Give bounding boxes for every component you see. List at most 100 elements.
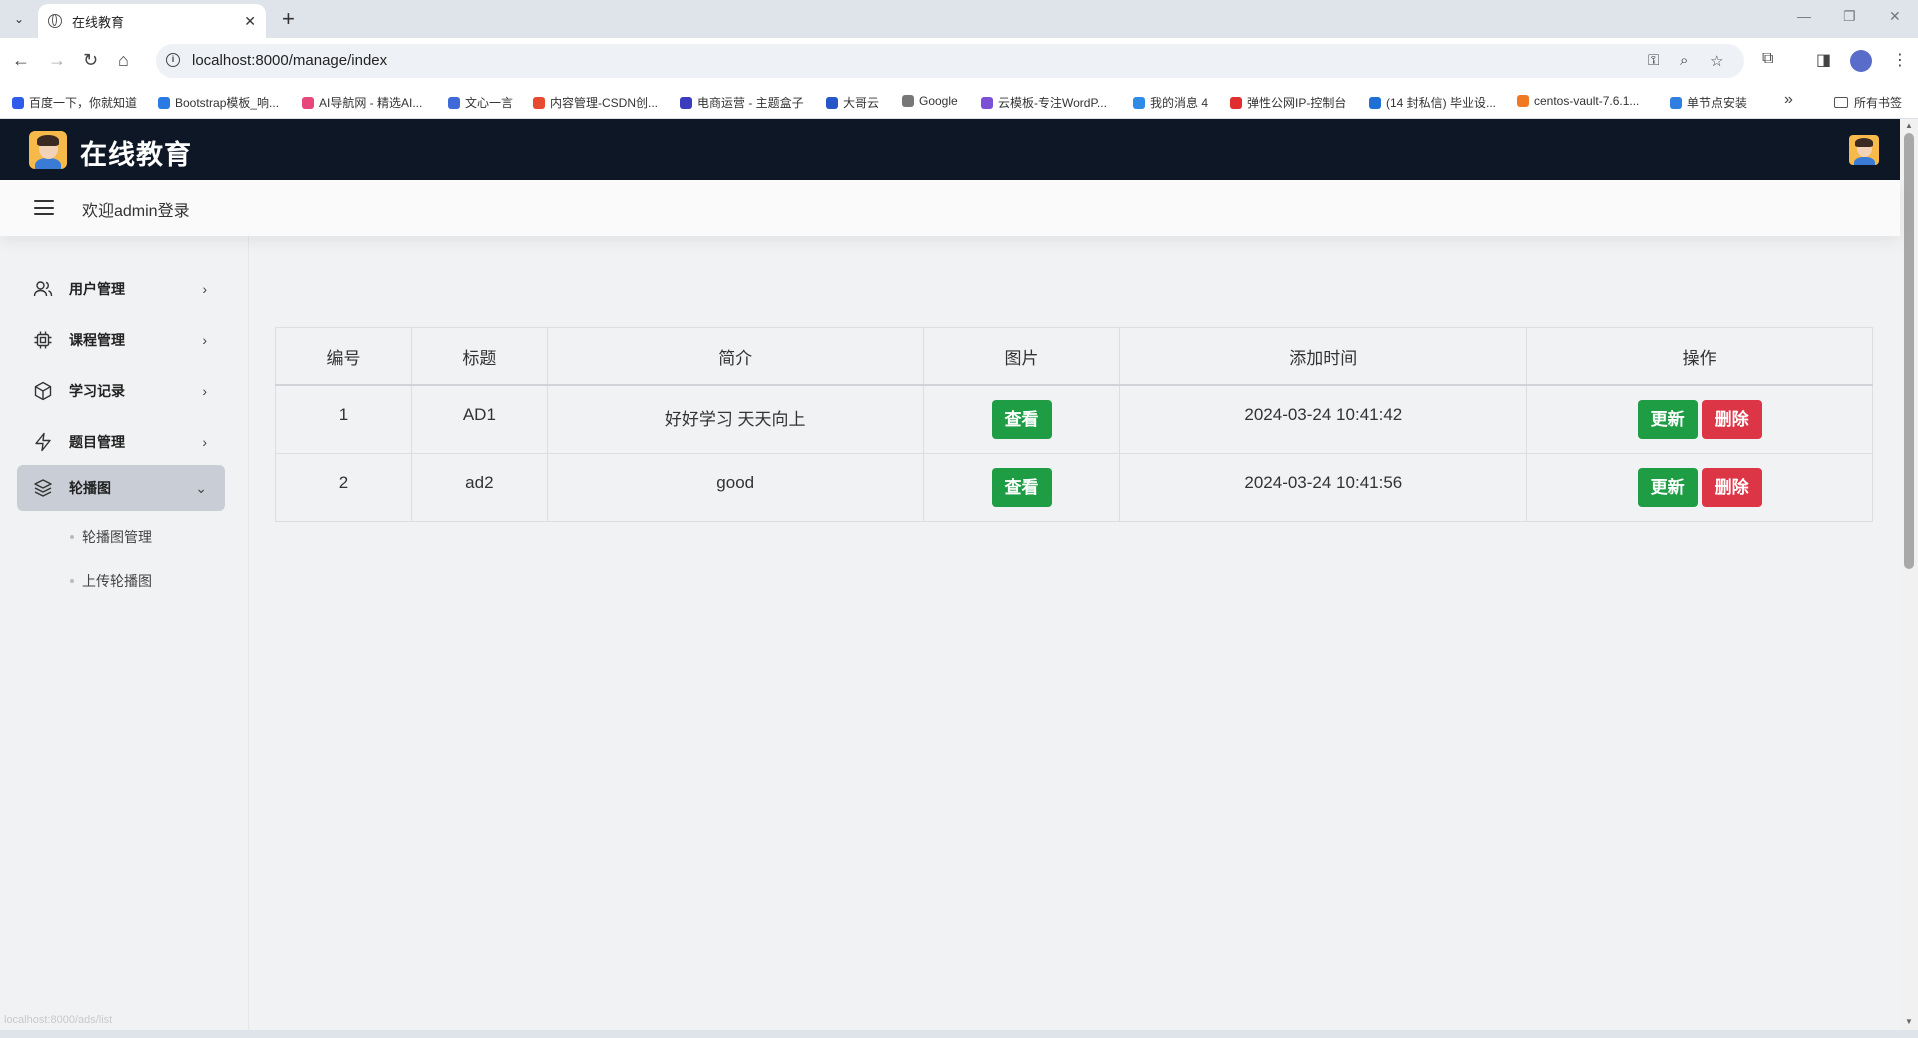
bookmark-item[interactable]: 云模板-专注WordP... bbox=[981, 94, 1107, 111]
bookmark-favicon-icon bbox=[1517, 95, 1529, 107]
bookmarks-bar: 百度一下，你就知道 Bootstrap模板_响... AI导航网 - 精选AI.… bbox=[0, 85, 1918, 119]
profile-avatar[interactable] bbox=[1850, 50, 1872, 72]
minimize-icon[interactable]: — bbox=[1797, 8, 1811, 24]
bookmark-item[interactable]: 大哥云 bbox=[826, 94, 879, 111]
sidebar-item-label: 题目管理 bbox=[69, 434, 125, 450]
sidebar-item-users[interactable]: 用户管理 › bbox=[17, 266, 225, 312]
bookmark-item[interactable]: 内容管理-CSDN创... bbox=[533, 94, 658, 111]
column-header: 图片 bbox=[922, 327, 1121, 386]
tab-search-chevron-icon[interactable]: ⌄ bbox=[8, 8, 30, 30]
bookmark-favicon-icon bbox=[826, 96, 838, 109]
tab-title: 在线教育 bbox=[72, 14, 125, 30]
cell-title: AD1 bbox=[410, 384, 548, 454]
browser-tabstrip: ⌄ 在线教育 ✕ + — ❐ ✕ bbox=[0, 0, 1918, 38]
subheader: 欢迎admin登录 bbox=[0, 180, 1900, 236]
chevron-right-icon: › bbox=[202, 332, 207, 348]
update-button[interactable]: 更新 bbox=[1637, 400, 1698, 439]
zoom-icon[interactable]: ⌕ bbox=[1680, 52, 1688, 69]
sidebar-subitem-carousel-upload[interactable]: 上传轮播图 bbox=[70, 571, 152, 591]
sidebar-item-label: 课程管理 bbox=[69, 332, 125, 348]
cell-title: ad2 bbox=[410, 452, 548, 522]
address-url[interactable]: localhost:8000/manage/index bbox=[192, 52, 387, 69]
sidebar-item-records[interactable]: 学习记录 › bbox=[17, 368, 225, 414]
hamburger-menu-icon[interactable] bbox=[34, 200, 54, 215]
cell-time: 2024-03-24 10:41:56 bbox=[1119, 452, 1528, 522]
table-row: 1 AD1 好好学习 天天向上 查看 2024-03-24 10:41:42 更… bbox=[275, 384, 1873, 454]
bookmark-item[interactable]: 文心一言 bbox=[448, 94, 513, 111]
bookmark-item[interactable]: AI导航网 - 精选AI... bbox=[302, 94, 422, 111]
delete-button[interactable]: 删除 bbox=[1701, 467, 1762, 507]
scrollbar-thumb[interactable] bbox=[1904, 133, 1914, 569]
cpu-icon bbox=[33, 330, 53, 350]
view-image-button[interactable]: 查看 bbox=[991, 400, 1052, 439]
page-scrollbar[interactable]: ▲ ▼ bbox=[1900, 119, 1918, 1030]
window-bottom-frame bbox=[0, 1030, 1918, 1038]
lightning-icon bbox=[33, 432, 53, 452]
sidebar-item-courses[interactable]: 课程管理 › bbox=[17, 317, 225, 363]
bookmarks-overflow-icon[interactable]: » bbox=[1784, 91, 1793, 109]
bookmark-favicon-icon bbox=[680, 96, 692, 109]
user-avatar[interactable] bbox=[1849, 135, 1879, 165]
browser-tab-active[interactable]: 在线教育 ✕ bbox=[38, 4, 266, 38]
layers-icon bbox=[33, 478, 53, 498]
cell-intro: good bbox=[546, 452, 924, 522]
sidebar-item-carousel[interactable]: 轮播图 ⌄ bbox=[17, 465, 225, 511]
bookmark-favicon-icon bbox=[302, 96, 314, 109]
all-bookmarks-button[interactable]: 所有书签 bbox=[1834, 94, 1902, 111]
chevron-down-icon: ⌄ bbox=[195, 479, 207, 496]
restore-icon[interactable]: ❐ bbox=[1843, 8, 1856, 25]
ads-table: 编号 标题 简介 图片 添加时间 操作 1 AD1 好好学习 天天向上 查看 2… bbox=[275, 327, 1873, 522]
bookmark-item[interactable]: centos-vault-7.6.1... bbox=[1517, 94, 1639, 108]
home-icon[interactable]: ⌂ bbox=[118, 50, 129, 71]
bookmark-favicon-icon bbox=[12, 96, 24, 109]
cell-time: 2024-03-24 10:41:42 bbox=[1119, 384, 1528, 454]
cell-id: 1 bbox=[275, 384, 412, 454]
bookmark-item[interactable]: 百度一下，你就知道 bbox=[12, 94, 137, 111]
column-header: 添加时间 bbox=[1119, 327, 1528, 386]
bookmark-favicon-icon bbox=[158, 96, 170, 109]
bookmark-item[interactable]: 单节点安装 bbox=[1670, 94, 1747, 111]
chevron-right-icon: › bbox=[202, 281, 207, 297]
bookmark-item[interactable]: 我的消息 4 bbox=[1133, 94, 1208, 111]
extensions-icon[interactable]: ⧉ bbox=[1762, 50, 1773, 68]
reload-icon[interactable]: ↻ bbox=[83, 50, 98, 71]
chevron-right-icon: › bbox=[202, 434, 207, 450]
address-bar[interactable]: i localhost:8000/manage/index ⚿ ⌕ ☆ bbox=[156, 44, 1744, 78]
cell-image: 查看 bbox=[922, 384, 1121, 454]
scroll-up-icon[interactable]: ▲ bbox=[1905, 121, 1913, 130]
folder-icon bbox=[1834, 97, 1848, 108]
view-image-button[interactable]: 查看 bbox=[991, 467, 1052, 507]
new-tab-button[interactable]: + bbox=[282, 6, 295, 32]
sidebar-subitem-carousel-manage[interactable]: 轮播图管理 bbox=[70, 527, 152, 547]
sidebar-item-label: 用户管理 bbox=[69, 281, 125, 297]
scroll-down-icon[interactable]: ▼ bbox=[1905, 1017, 1913, 1026]
delete-button[interactable]: 删除 bbox=[1701, 400, 1762, 439]
sidebar-item-label: 学习记录 bbox=[69, 383, 125, 399]
bookmark-star-icon[interactable]: ☆ bbox=[1710, 52, 1723, 70]
forward-icon[interactable]: → bbox=[48, 50, 66, 71]
bookmark-item[interactable]: Google bbox=[902, 94, 958, 108]
window-close-icon[interactable]: ✕ bbox=[1889, 8, 1901, 25]
cell-actions: 更新 删除 bbox=[1526, 452, 1873, 522]
bookmark-favicon-icon bbox=[448, 96, 460, 109]
browser-menu-icon[interactable]: ⋮ bbox=[1892, 50, 1908, 70]
bookmark-item[interactable]: 弹性公网IP-控制台 bbox=[1230, 94, 1346, 111]
bookmark-item[interactable]: Bootstrap模板_响... bbox=[158, 94, 279, 111]
sidebar-item-questions[interactable]: 题目管理 › bbox=[17, 419, 225, 465]
box-icon bbox=[33, 381, 53, 401]
cell-intro: 好好学习 天天向上 bbox=[546, 384, 924, 454]
brand-name[interactable]: 在线教育 bbox=[80, 133, 192, 172]
brand-logo[interactable] bbox=[29, 131, 67, 169]
bookmark-item[interactable]: 电商运营 - 主题盒子 bbox=[680, 94, 804, 111]
key-icon[interactable]: ⚿ bbox=[1648, 52, 1659, 69]
bookmark-favicon-icon bbox=[533, 96, 545, 109]
update-button[interactable]: 更新 bbox=[1637, 467, 1698, 507]
chevron-right-icon: › bbox=[202, 383, 207, 399]
site-info-icon[interactable]: i bbox=[166, 53, 180, 67]
bookmark-item[interactable]: (14 封私信) 毕业设... bbox=[1369, 94, 1496, 111]
side-panel-icon[interactable]: ◨ bbox=[1816, 50, 1831, 70]
back-icon[interactable]: ← bbox=[12, 50, 30, 71]
status-bar-url: localhost:8000/ads/list bbox=[4, 1014, 113, 1026]
welcome-text: 欢迎admin登录 bbox=[82, 203, 190, 220]
tab-close-icon[interactable]: ✕ bbox=[244, 13, 256, 30]
